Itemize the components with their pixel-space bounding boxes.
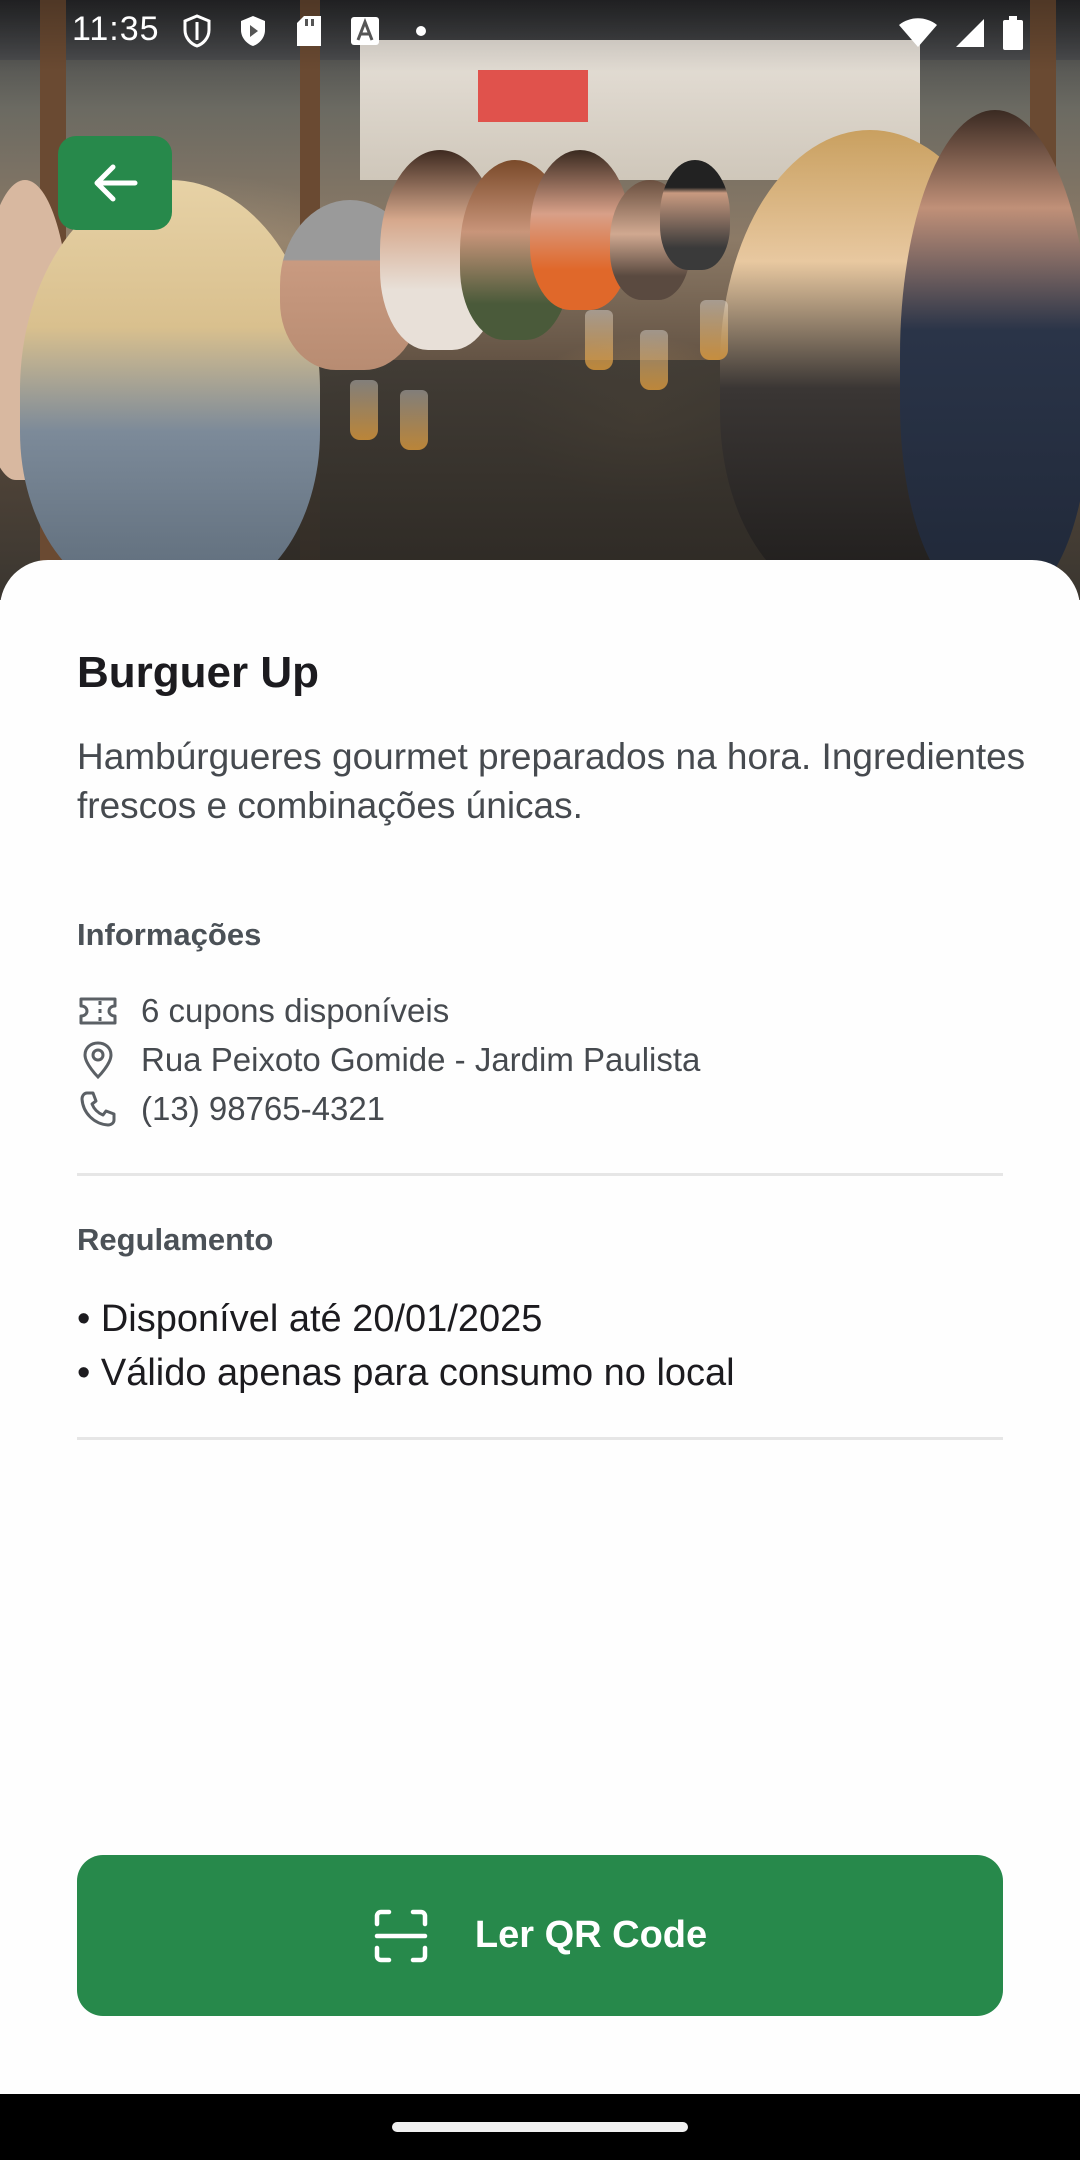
status-bar: 11:35: [0, 0, 1080, 64]
rules-section-label: Regulamento: [77, 1222, 274, 1257]
info-phone-text: (13) 98765-4321: [141, 1090, 386, 1127]
phone-icon: [77, 1088, 119, 1130]
scan-qr-label: Ler QR Code: [474, 1914, 708, 1956]
ticket-icon: [77, 990, 119, 1032]
shield-icon: [180, 14, 214, 48]
scan-qr-button[interactable]: Ler QR Code: [77, 1855, 1003, 2016]
info-coupons: 6 cupons disponíveis: [77, 990, 449, 1032]
store-description: Hambúrgueres gourmet preparados na hora.…: [77, 736, 1026, 826]
divider: [77, 1437, 1003, 1440]
arrow-left-icon: [94, 164, 138, 202]
rule-item: • Disponível até 20/01/2025: [77, 1298, 543, 1340]
info-phone[interactable]: (13) 98765-4321: [77, 1088, 385, 1130]
font-a-icon: [348, 14, 382, 48]
hero-shade: [0, 0, 1080, 600]
status-time: 11:35: [72, 10, 160, 48]
dot-icon: [404, 14, 438, 48]
battery-icon: [1002, 16, 1024, 59]
info-section-label: Informações: [77, 917, 262, 952]
signal-icon: [954, 17, 986, 58]
info-address-text: Rua Peixoto Gomide - Jardim Paulista: [141, 1041, 701, 1078]
divider: [77, 1173, 1003, 1176]
play-protect-icon: [236, 14, 270, 48]
info-address: Rua Peixoto Gomide - Jardim Paulista: [77, 1039, 700, 1081]
qr-scan-icon: [374, 1909, 428, 1962]
sd-card-icon: [292, 14, 326, 48]
rule-item: • Válido apenas para consumo no local: [77, 1352, 735, 1394]
location-pin-icon: [77, 1039, 119, 1081]
hero-image: [0, 0, 1080, 600]
back-button[interactable]: [58, 136, 172, 230]
store-name: Burguer Up: [77, 648, 319, 697]
wifi-icon: [898, 17, 938, 58]
system-nav-bar: [0, 2094, 1080, 2160]
info-coupons-text: 6 cupons disponíveis: [141, 992, 450, 1029]
home-handle[interactable]: [392, 2122, 688, 2132]
